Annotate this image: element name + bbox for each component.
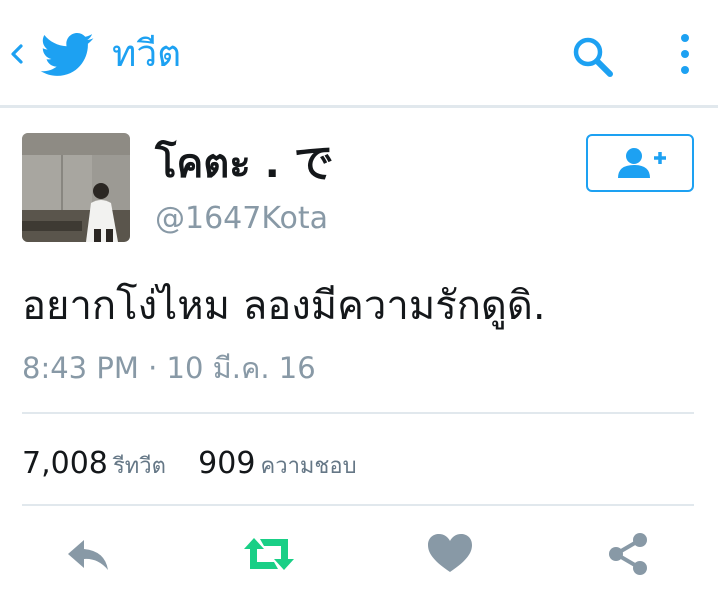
like-count[interactable]: 909 bbox=[198, 446, 255, 481]
divider bbox=[22, 412, 694, 414]
chevron-left-icon[interactable] bbox=[8, 40, 26, 68]
retweet-label[interactable]: รีทวีต bbox=[113, 454, 166, 479]
user-handle[interactable]: @1647Kota bbox=[155, 199, 328, 239]
like-label[interactable]: ความชอบ bbox=[261, 454, 357, 479]
reply-icon[interactable] bbox=[64, 530, 112, 578]
page-title: ทวีต bbox=[112, 32, 182, 75]
twitter-bird-icon[interactable] bbox=[40, 33, 94, 77]
tweet-timestamp: 8:43 PM · 10 มี.ค. 16 bbox=[22, 351, 316, 385]
avatar[interactable] bbox=[22, 133, 130, 242]
tweet-text: อยากโง่ไหม ลองมีความรักดูดิ. bbox=[22, 283, 546, 329]
retweet-icon[interactable] bbox=[242, 530, 296, 578]
like-icon[interactable] bbox=[426, 530, 474, 578]
add-user-icon bbox=[618, 148, 666, 178]
follow-button[interactable] bbox=[586, 134, 694, 192]
search-icon[interactable] bbox=[570, 34, 616, 80]
more-vertical-icon[interactable] bbox=[676, 30, 694, 80]
share-icon[interactable] bbox=[604, 530, 652, 578]
retweet-count[interactable]: 7,008 bbox=[22, 446, 108, 481]
display-name[interactable]: โคตะ . で bbox=[155, 138, 334, 190]
top-app-bar: ทวีต bbox=[0, 0, 718, 108]
tweet-stats: 7,008 รีทวีต 909 ความชอบ bbox=[22, 444, 357, 488]
divider bbox=[22, 504, 694, 506]
